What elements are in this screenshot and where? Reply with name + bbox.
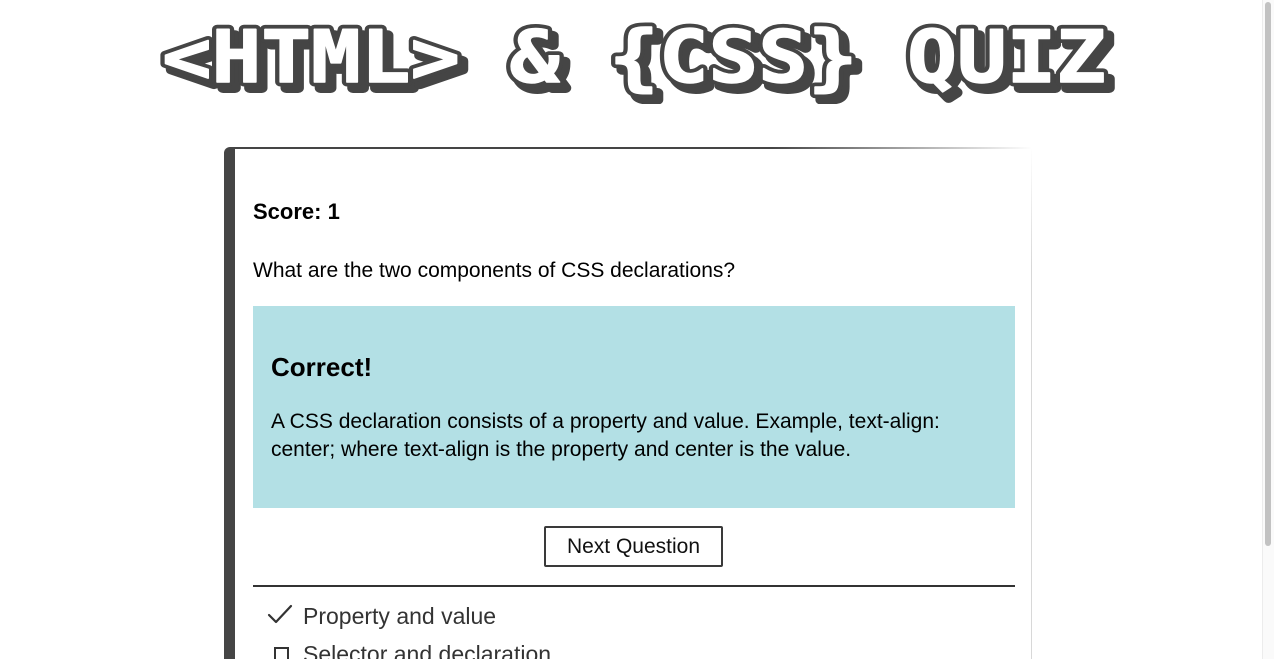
page-title-graphic: <HTML> & {CSS} QUIZ <HTML> & {CSS} QUIZ …: [158, 14, 1118, 104]
answer-option[interactable]: Property and value: [253, 597, 1015, 635]
feedback-explanation: A CSS declaration consists of a property…: [271, 410, 940, 461]
checkbox-icon: [274, 647, 289, 659]
next-question-button[interactable]: Next Question: [544, 526, 723, 567]
answer-marker: [253, 601, 303, 631]
answer-marker: [253, 639, 303, 659]
scrollbar-thumb[interactable]: [1265, 2, 1271, 546]
quiz-page: <HTML> & {CSS} QUIZ <HTML> & {CSS} QUIZ …: [0, 0, 1274, 659]
question-text: What are the two components of CSS decla…: [253, 259, 736, 282]
quiz-card: Score: 1 What are the two components of …: [224, 147, 1032, 659]
answers-divider: [253, 585, 1015, 587]
feedback-panel: Correct! A CSS declaration consists of a…: [253, 306, 1015, 508]
answer-label: Property and value: [303, 602, 497, 629]
card-edge-fade: [1031, 147, 1032, 267]
page-title: <HTML> & {CSS} QUIZ: [162, 15, 1106, 99]
page-scrollbar[interactable]: [1262, 0, 1274, 659]
answer-list: Property and value Selector and declarat…: [253, 597, 1015, 659]
page-header: <HTML> & {CSS} QUIZ <HTML> & {CSS} QUIZ …: [0, 14, 1274, 104]
feedback-heading: Correct!: [271, 352, 373, 382]
answer-option[interactable]: Selector and declaration: [253, 635, 1015, 659]
answer-label: Selector and declaration: [303, 640, 552, 659]
score-label: Score: 1: [253, 199, 340, 224]
